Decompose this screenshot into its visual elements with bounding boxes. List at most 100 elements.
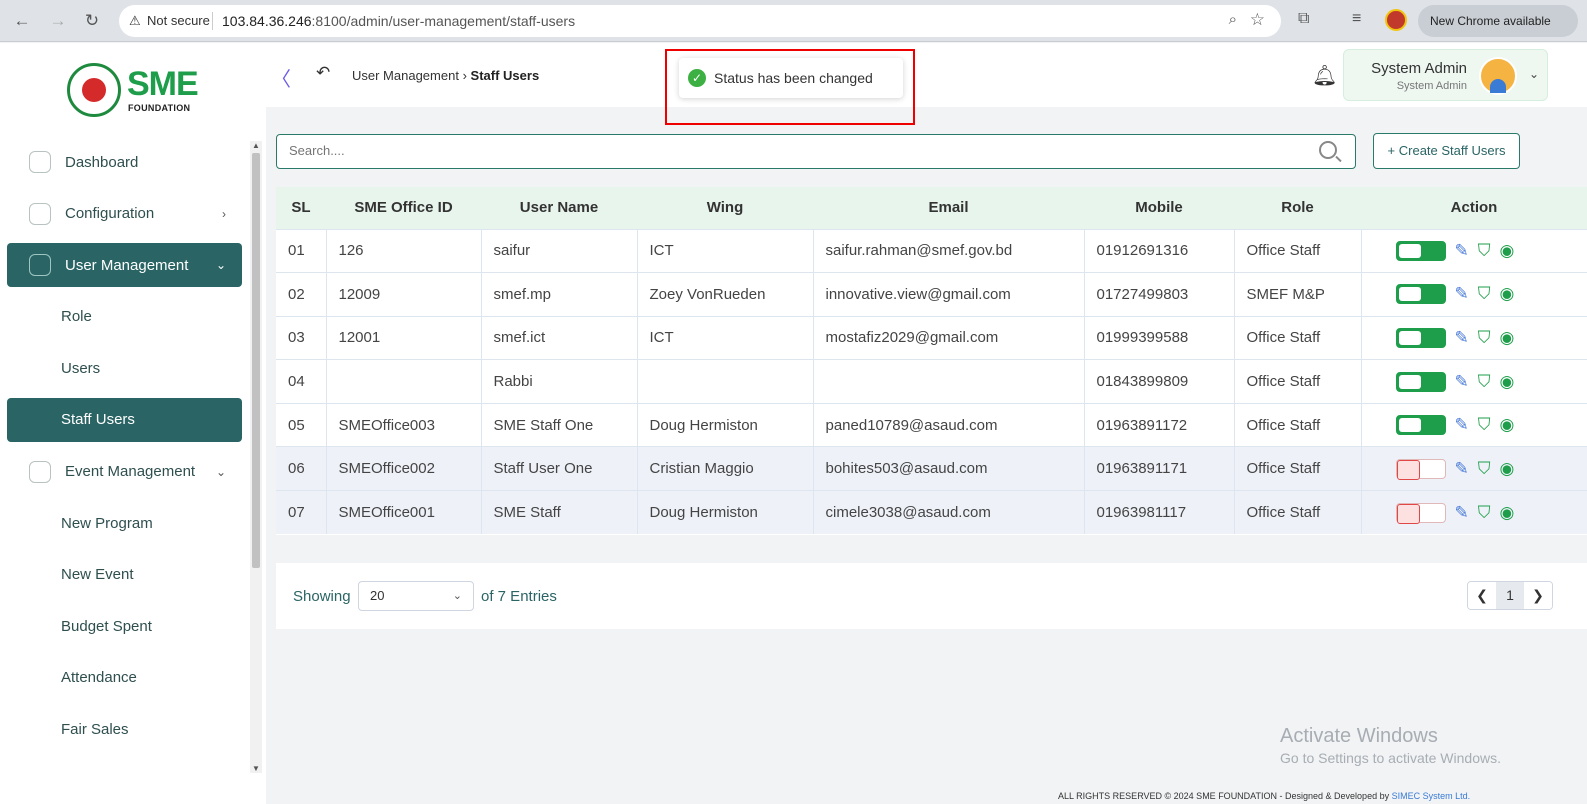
table-row: 06 SMEOffice002 Staff User One Cristian Mag… (276, 446, 1587, 491)
eye-icon[interactable]: ◉ (1500, 503, 1515, 523)
edit-icon[interactable]: ✎ (1455, 503, 1469, 523)
url-path: :8100/admin/user-management/staff-users (311, 13, 576, 29)
sidebar-item-configuration[interactable]: Configuration › (7, 192, 242, 236)
forward-arrow-icon[interactable]: → (48, 11, 68, 31)
column-header-office-id: SME Office ID (354, 199, 453, 217)
user-role: System Admin (1396, 80, 1467, 92)
chevron-right-icon: › (222, 206, 226, 221)
status-toggle[interactable] (1395, 502, 1446, 524)
scrollbar-thumb[interactable] (252, 153, 260, 568)
status-toggle[interactable] (1395, 240, 1446, 261)
media-icon[interactable]: ≡ (1352, 10, 1361, 28)
eye-icon[interactable]: ◉ (1500, 415, 1515, 435)
column-header-role: Role (1281, 199, 1314, 217)
shield-icon[interactable]: ⛉ (1478, 328, 1491, 348)
event-management-icon (29, 460, 51, 483)
sidebar-item-new-program[interactable]: New Program (7, 501, 242, 545)
page-number[interactable]: 1 (1496, 582, 1524, 609)
cell-role: Office Staff (1234, 316, 1362, 360)
new-chrome-button[interactable]: New Chrome available (1418, 5, 1578, 37)
sidebar-item-event-management[interactable]: Event Management ⌄ (7, 450, 242, 494)
cell-mobile: 01963981117 (1084, 490, 1235, 535)
profile-avatar[interactable] (1385, 9, 1407, 31)
page-size-select[interactable]: 20 ⌄ (358, 581, 474, 611)
sidebar-scrollbar[interactable]: ▲ ▼ (250, 141, 262, 773)
edit-icon[interactable]: ✎ (1455, 459, 1469, 479)
collapse-sidebar-icon[interactable]: 〈 (271, 63, 291, 92)
cell-wing: Cristian Maggio (637, 446, 814, 491)
scroll-down-icon[interactable]: ▼ (252, 764, 260, 773)
footer-brand-link[interactable]: SIMEC System Ltd. (1392, 791, 1471, 801)
sidebar-item-attendance[interactable]: Attendance (7, 656, 242, 700)
cell-user-name: SME Staff One (481, 403, 638, 447)
user-menu[interactable]: System Admin System Admin ⌄ (1343, 49, 1548, 101)
shield-icon[interactable]: ⛉ (1478, 241, 1491, 261)
edit-icon[interactable]: ✎ (1455, 372, 1469, 392)
eye-icon[interactable]: ◉ (1500, 459, 1515, 479)
edit-icon[interactable]: ✎ (1455, 328, 1469, 348)
search-icon[interactable] (1319, 141, 1337, 159)
status-toggle[interactable] (1395, 371, 1446, 392)
plus-icon: + (1387, 143, 1399, 158)
extensions-icon[interactable]: ⧉ (1298, 10, 1309, 28)
cell-wing: Doug Hermiston (637, 403, 814, 447)
chevron-down-icon: ⌄ (1528, 67, 1539, 81)
cell-office-id: SMEOffice001 (326, 490, 482, 535)
reload-icon[interactable]: ↻ (82, 11, 102, 31)
sidebar-item-role[interactable]: Role (7, 295, 242, 339)
eye-icon[interactable]: ◉ (1500, 328, 1515, 348)
shield-icon[interactable]: ⛉ (1478, 284, 1491, 304)
sidebar-item-label: Staff Users (61, 411, 135, 429)
sidebar-item-dashboard[interactable]: Dashboard (7, 140, 242, 184)
shield-icon[interactable]: ⛉ (1478, 503, 1491, 523)
eye-icon[interactable]: ◉ (1500, 284, 1515, 304)
cell-email: cimele3038@asaud.com (813, 490, 1085, 535)
sidebar-item-staff-users[interactable]: Staff Users (7, 397, 242, 442)
avatar (1479, 57, 1517, 95)
shield-icon[interactable]: ⛉ (1478, 459, 1491, 479)
windows-watermark-title: Activate Windows (1280, 725, 1438, 747)
bookmark-star-icon[interactable]: ☆ (1250, 10, 1265, 30)
status-toggle[interactable] (1395, 284, 1446, 305)
back-arrow-icon[interactable]: ← (12, 11, 32, 31)
cell-wing: ICT (637, 229, 814, 273)
address-bar[interactable]: ⚠ Not secure 103.84.36.246:8100/admin/us… (119, 5, 1281, 37)
edit-icon[interactable]: ✎ (1455, 415, 1469, 435)
sidebar-item-fair-sales[interactable]: Fair Sales (7, 708, 242, 752)
status-toggle[interactable] (1395, 327, 1446, 348)
shield-icon[interactable]: ⛉ (1478, 415, 1491, 435)
next-page-icon[interactable]: ❯ (1524, 582, 1552, 609)
sme-foundation-logo[interactable]: SME FOUNDATION (63, 61, 203, 121)
breadcrumb: User Management › Staff Users (352, 68, 539, 83)
notification-bell-icon[interactable]: 🔔︎ (1312, 63, 1337, 88)
cell-wing: Zoey VonRueden (637, 272, 814, 317)
breadcrumb-parent[interactable]: User Management (352, 68, 459, 83)
sidebar-item-new-event[interactable]: New Event (7, 553, 242, 597)
page-size-value: 20 (370, 588, 385, 603)
status-toggle[interactable] (1395, 415, 1446, 436)
shield-icon[interactable]: ⛉ (1478, 372, 1491, 392)
eye-icon[interactable]: ◉ (1500, 241, 1515, 261)
create-staff-users-button[interactable]: + Create Staff Users (1373, 133, 1520, 169)
dashboard-icon (29, 151, 51, 173)
cell-email: innovative.view@gmail.com (813, 272, 1085, 317)
search-input[interactable] (289, 143, 1289, 158)
sidebar-item-budget-spent[interactable]: Budget Spent (7, 604, 242, 648)
cell-email (813, 359, 1085, 404)
cell-office-id: 12009 (326, 272, 482, 317)
eye-icon[interactable]: ◉ (1500, 372, 1515, 392)
scroll-up-icon[interactable]: ▲ (252, 141, 260, 150)
status-toggle[interactable] (1395, 458, 1446, 480)
edit-icon[interactable]: ✎ (1455, 284, 1469, 304)
edit-icon[interactable]: ✎ (1455, 241, 1469, 261)
not-secure-label: Not secure (147, 13, 210, 28)
url-text[interactable]: 103.84.36.246:8100/admin/user-management… (222, 13, 575, 29)
sidebar-item-label: Role (61, 308, 92, 326)
zoom-icon[interactable]: ⌕ (1229, 11, 1237, 28)
sidebar-item-label: Budget Spent (61, 617, 152, 635)
breadcrumb-current: Staff Users (470, 68, 540, 83)
sidebar-item-users[interactable]: Users (7, 346, 242, 390)
sidebar-item-user-management[interactable]: User Management ⌄ (7, 243, 242, 288)
prev-page-icon[interactable]: ❮ (1468, 582, 1496, 609)
back-icon[interactable]: ↶ (316, 63, 330, 83)
